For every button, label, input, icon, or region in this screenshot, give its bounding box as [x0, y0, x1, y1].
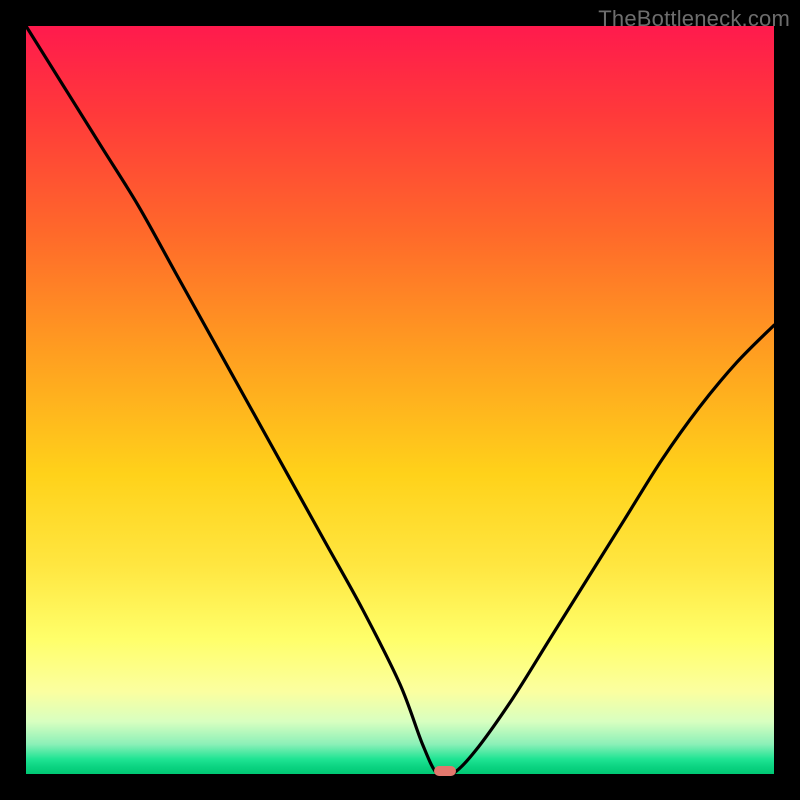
bottleneck-curve: [26, 26, 774, 774]
optimal-marker: [434, 766, 456, 776]
watermark-text: TheBottleneck.com: [598, 6, 790, 32]
plot-area: [26, 26, 774, 774]
chart-frame: TheBottleneck.com: [0, 0, 800, 800]
